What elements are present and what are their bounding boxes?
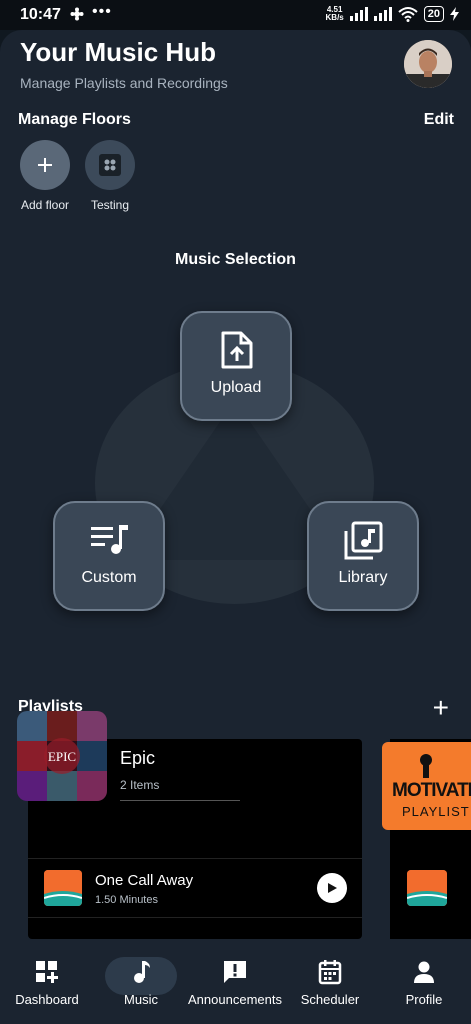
music-note-icon	[105, 958, 177, 986]
cover-text: EPIC	[48, 749, 76, 764]
nav-label: Scheduler	[300, 992, 360, 1007]
nav-announcements[interactable]: Announcements	[186, 958, 284, 1007]
person-icon	[390, 958, 458, 986]
nav-dashboard[interactable]: Dashboard	[10, 958, 84, 1007]
library-music-icon	[309, 521, 417, 561]
announcement-icon	[186, 958, 284, 986]
queue-music-icon	[55, 521, 163, 561]
upload-file-icon	[182, 331, 290, 371]
nav-label: Dashboard	[15, 992, 79, 1007]
track-thumbnail	[44, 870, 82, 906]
library-button[interactable]: Library	[307, 501, 419, 611]
custom-button[interactable]: Custom	[53, 501, 165, 611]
playlist-name: Epic	[120, 748, 156, 768]
play-button[interactable]	[317, 873, 347, 903]
nav-label: Announcements	[188, 992, 282, 1007]
nav-profile[interactable]: Profile	[390, 958, 458, 1007]
play-icon	[328, 883, 337, 893]
divider	[28, 858, 362, 859]
custom-label: Custom	[81, 569, 137, 586]
playlist-count: 2 Items	[120, 778, 160, 792]
cover-text: PLAYLIST	[402, 804, 470, 819]
playlist-cover-motivation: MOTIVATIO PLAYLIST	[382, 742, 471, 830]
dashboard-add-icon	[10, 958, 84, 986]
divider	[28, 917, 362, 918]
divider	[120, 800, 240, 801]
add-playlist-button[interactable]: +	[433, 694, 449, 722]
nav-label: Music	[124, 992, 158, 1007]
upload-label: Upload	[210, 379, 262, 396]
track-name[interactable]: One Call Away	[95, 872, 193, 889]
playlist-cover-epic: EPIC	[17, 711, 107, 801]
calendar-icon	[294, 958, 366, 986]
upload-button[interactable]: Upload	[180, 311, 292, 421]
track-duration: 1.50 Minutes	[95, 894, 158, 906]
nav-label: Profile	[405, 992, 443, 1007]
track-thumbnail	[407, 870, 447, 906]
nav-music[interactable]: Music	[105, 958, 177, 1007]
nav-scheduler[interactable]: Scheduler	[294, 958, 366, 1007]
cover-text: MOTIVATIO	[392, 780, 471, 801]
library-label: Library	[338, 569, 388, 586]
